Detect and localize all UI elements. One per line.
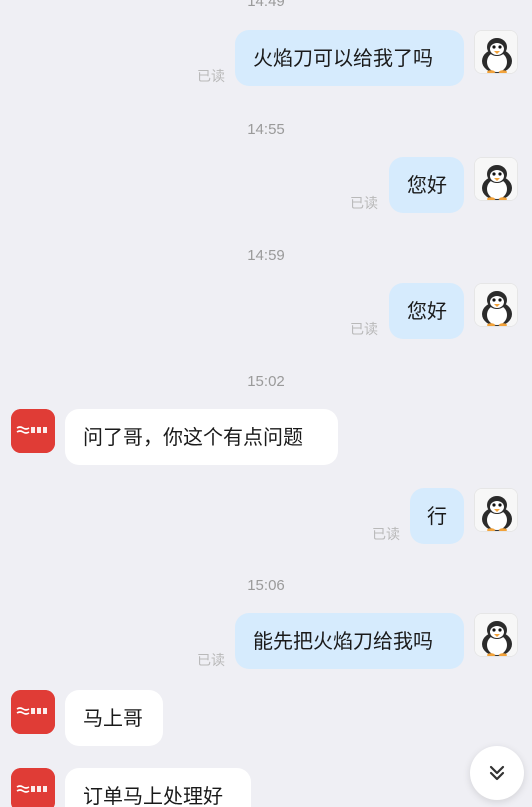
message-bubble[interactable]: 问了哥，你这个有点问题	[65, 409, 338, 465]
message-bubble[interactable]: 火焰刀可以给我了吗	[235, 30, 464, 86]
timestamp: 14:49	[247, 0, 285, 10]
message-bubble[interactable]: 您好	[389, 157, 464, 213]
message-bubble[interactable]: 能先把火焰刀给我吗	[235, 613, 464, 669]
message-bubble[interactable]: 订单马上处理好	[65, 768, 251, 807]
penguin-avatar-icon[interactable]	[474, 488, 518, 532]
timestamp: 15:02	[247, 373, 285, 390]
penguin-avatar-icon[interactable]	[474, 613, 518, 657]
shop-logo-icon[interactable]	[11, 690, 55, 734]
message-bubble[interactable]: 行	[410, 488, 464, 544]
scroll-to-bottom-button[interactable]	[470, 746, 524, 800]
timestamp: 14:55	[247, 121, 285, 138]
read-status: 已读	[350, 196, 378, 212]
read-status: 已读	[372, 527, 400, 543]
timestamp: 14:59	[247, 247, 285, 264]
penguin-avatar-icon[interactable]	[474, 157, 518, 201]
double-chevron-down-icon	[489, 765, 505, 781]
read-status: 已读	[350, 322, 378, 338]
message-bubble[interactable]: 马上哥	[65, 690, 163, 746]
read-status: 已读	[197, 653, 225, 669]
timestamp: 15:06	[247, 577, 285, 594]
penguin-avatar-icon[interactable]	[474, 283, 518, 327]
message-bubble[interactable]: 您好	[389, 283, 464, 339]
read-status: 已读	[197, 69, 225, 85]
penguin-avatar-icon[interactable]	[474, 30, 518, 74]
shop-logo-icon[interactable]	[11, 768, 55, 807]
shop-logo-icon[interactable]	[11, 409, 55, 453]
